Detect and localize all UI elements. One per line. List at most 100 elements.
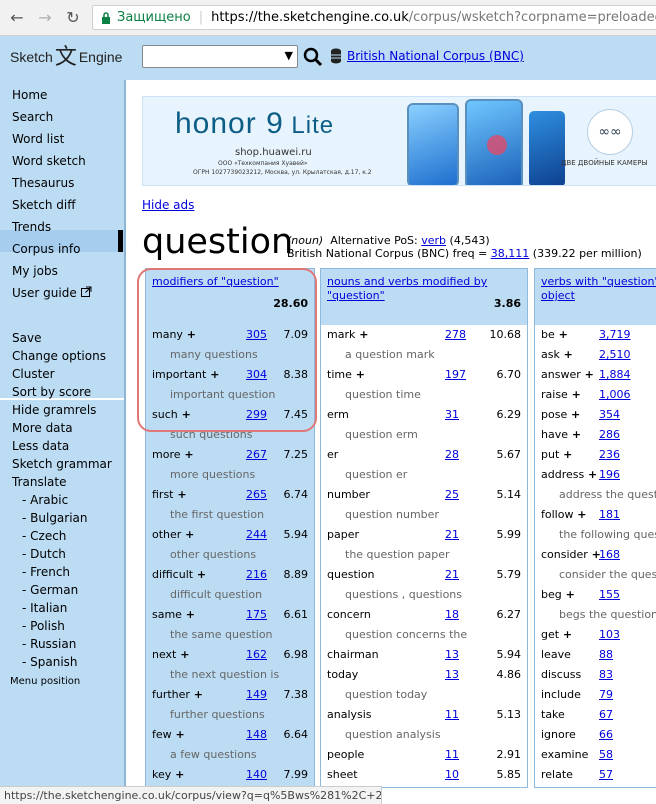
collocate-frequency-link[interactable]: 265 (246, 488, 267, 501)
example-text[interactable]: a question mark (345, 348, 435, 361)
sidebar-lang-arabic[interactable]: - Arabic (22, 493, 68, 507)
sidebar-item-sketch-diff[interactable]: Sketch diff (12, 198, 75, 212)
expand-plus-icon[interactable]: + (190, 688, 203, 701)
example-text[interactable]: the same question (170, 628, 273, 641)
collocate-frequency-link[interactable]: 13 (445, 668, 459, 681)
example-text[interactable]: question today (345, 688, 427, 701)
sidebar-lang-french[interactable]: - French (22, 565, 70, 579)
collocate-frequency-link[interactable]: 148 (246, 728, 267, 741)
search-input[interactable]: ▼ (142, 45, 298, 68)
sidebar-item-my-jobs[interactable]: My jobs (12, 264, 58, 278)
expand-plus-icon[interactable]: + (174, 488, 186, 501)
expand-plus-icon[interactable]: + (573, 508, 586, 521)
example-text[interactable]: the question paper (345, 548, 450, 561)
example-text[interactable]: difficult question (170, 588, 262, 601)
collocate-frequency-link[interactable]: 28 (445, 448, 459, 461)
example-text[interactable]: consider the quest (559, 568, 656, 581)
expand-plus-icon[interactable]: + (182, 608, 195, 621)
example-text[interactable]: question analysis (345, 728, 441, 741)
sidebar-lang-bulgarian[interactable]: - Bulgarian (22, 511, 88, 525)
collocate-frequency-link[interactable]: 25 (445, 488, 459, 501)
example-text[interactable]: question number (345, 508, 439, 521)
collocate-frequency-link[interactable]: 21 (445, 528, 459, 541)
collocate-frequency-link[interactable]: 21 (445, 568, 459, 581)
example-text[interactable]: further questions (170, 708, 265, 721)
sidebar-item-word-list[interactable]: Word list (12, 132, 64, 146)
collocate-frequency-link[interactable]: 244 (246, 528, 267, 541)
expand-plus-icon[interactable]: + (562, 588, 575, 601)
sidebar-lang-german[interactable]: - German (22, 583, 78, 597)
sidebar-item-corpus-info[interactable]: Corpus info (12, 242, 80, 256)
expand-plus-icon[interactable]: + (193, 568, 206, 581)
expand-plus-icon[interactable]: + (172, 728, 184, 741)
address-bar[interactable]: Защищено | https://the.sketchengine.co.u… (92, 5, 656, 30)
sidebar-item-sort-by-score[interactable]: Sort by score (12, 385, 91, 399)
expand-plus-icon[interactable]: + (584, 468, 597, 481)
advertisement-banner[interactable]: honor 9 Lite shop.huawei.ru ООО «Техкомп… (142, 96, 656, 186)
expand-plus-icon[interactable]: + (171, 768, 184, 781)
collocate-frequency-link[interactable]: 11 (445, 748, 459, 761)
sidebar-item-thesaurus[interactable]: Thesaurus (12, 176, 74, 190)
collocate-frequency-link[interactable]: 149 (246, 688, 267, 701)
collocate-frequency-link[interactable]: 267 (246, 448, 267, 461)
sidebar-item-home[interactable]: Home (12, 88, 47, 102)
example-text[interactable]: the first question (170, 508, 264, 521)
expand-plus-icon[interactable]: + (567, 408, 580, 421)
alt-pos-link[interactable]: verb (421, 234, 446, 247)
sketch-engine-logo[interactable]: Sketch 文 Engine (10, 46, 122, 68)
corpus-link[interactable]: British National Corpus (BNC) (347, 49, 524, 63)
collocate-frequency-link[interactable]: 175 (246, 608, 267, 621)
example-text[interactable]: question erm (345, 428, 418, 441)
expand-plus-icon[interactable]: + (352, 368, 365, 381)
forward-icon[interactable]: → (34, 7, 56, 29)
example-text[interactable]: begs the question (559, 608, 656, 621)
collocate-frequency-link[interactable]: 83 (599, 668, 613, 681)
sidebar-item-change-options[interactable]: Change options (12, 349, 106, 363)
expand-plus-icon[interactable]: + (355, 328, 368, 341)
collocate-frequency-link[interactable]: 140 (246, 768, 267, 781)
example-text[interactable]: question concerns the (345, 628, 467, 641)
collocate-frequency-link[interactable]: 58 (599, 748, 613, 761)
sidebar-item-search[interactable]: Search (12, 110, 53, 124)
back-icon[interactable]: ← (6, 7, 28, 29)
sidebar-item-translate[interactable]: Translate (12, 475, 67, 489)
sidebar-lang-italian[interactable]: - Italian (22, 601, 67, 615)
sidebar-lang-polish[interactable]: - Polish (22, 619, 65, 633)
sidebar-lang-czech[interactable]: - Czech (22, 529, 66, 543)
example-text[interactable]: other questions (170, 548, 256, 561)
collocate-frequency-link[interactable]: 18 (445, 608, 459, 621)
dropdown-arrow-icon[interactable]: ▼ (285, 49, 293, 62)
example-text[interactable]: question er (345, 468, 407, 481)
collocate-frequency-link[interactable]: 286 (599, 428, 620, 441)
example-text[interactable]: the next question is (170, 668, 279, 681)
example-text[interactable]: questions , questions (345, 588, 462, 601)
collocate-frequency-link[interactable]: 67 (599, 708, 613, 721)
expand-plus-icon[interactable]: + (181, 528, 194, 541)
sidebar-lang-dutch[interactable]: - Dutch (22, 547, 66, 561)
collocate-frequency-link[interactable]: 236 (599, 448, 620, 461)
sidebar-lang-spanish[interactable]: - Spanish (22, 655, 78, 669)
collocate-frequency-link[interactable]: 10 (445, 768, 459, 781)
sidebar-item-hide-gramrels[interactable]: Hide gramrels (12, 403, 96, 417)
sidebar-item-trends[interactable]: Trends (12, 220, 51, 234)
expand-plus-icon[interactable]: + (568, 428, 581, 441)
collocate-frequency-link[interactable]: 11 (445, 708, 459, 721)
collocate-frequency-link[interactable]: 31 (445, 408, 459, 421)
collocate-frequency-link[interactable]: 2,510 (599, 348, 631, 361)
collocate-frequency-link[interactable]: 162 (246, 648, 267, 661)
sidebar-item-less-data[interactable]: Less data (12, 439, 69, 453)
collocate-frequency-link[interactable]: 196 (599, 468, 620, 481)
expand-plus-icon[interactable]: + (559, 448, 572, 461)
collocate-frequency-link[interactable]: 3,719 (599, 328, 631, 341)
column-title[interactable]: nouns and verbs modified by "question" (327, 275, 487, 303)
collocate-frequency-link[interactable]: 354 (599, 408, 620, 421)
collocate-frequency-link[interactable]: 278 (445, 328, 466, 341)
freq-link[interactable]: 38,111 (491, 247, 530, 260)
collocate-frequency-link[interactable]: 57 (599, 768, 613, 781)
sidebar-item-user-guide[interactable]: User guide (12, 286, 92, 300)
example-text[interactable]: more questions (170, 468, 255, 481)
expand-plus-icon[interactable]: + (568, 388, 581, 401)
collocate-frequency-link[interactable]: 13 (445, 648, 459, 661)
collocate-frequency-link[interactable]: 1,884 (599, 368, 631, 381)
expand-plus-icon[interactable]: + (176, 648, 189, 661)
